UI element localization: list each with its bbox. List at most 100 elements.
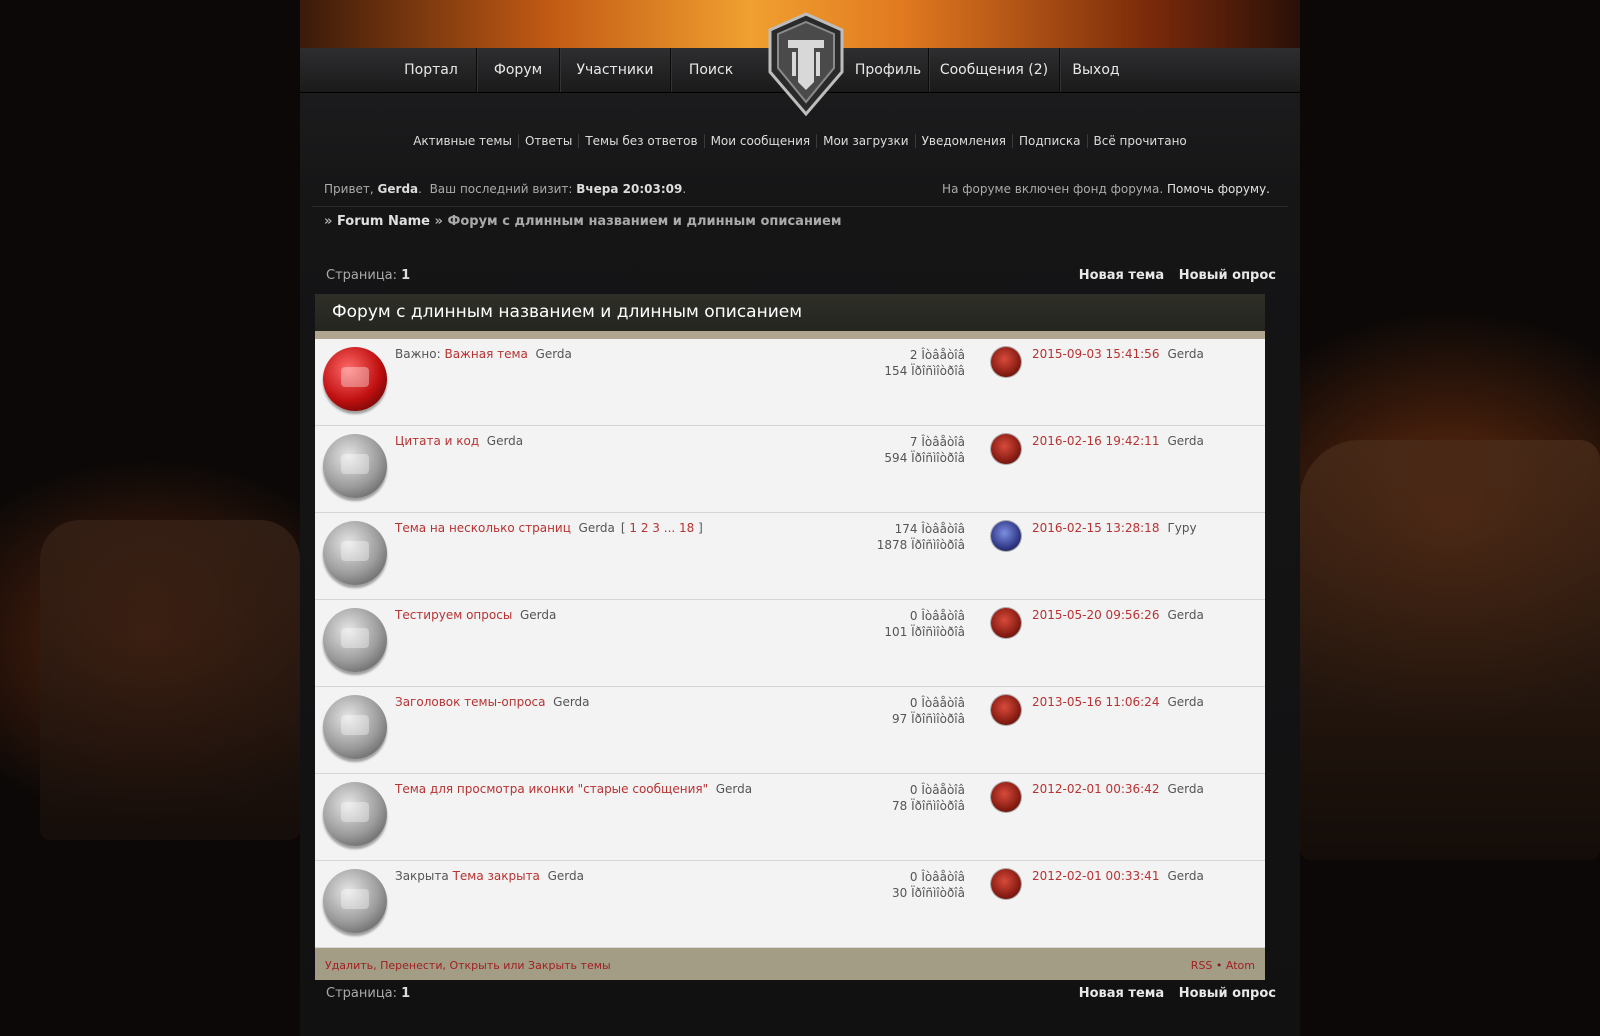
nav-members[interactable]: Участники bbox=[560, 48, 670, 92]
topic-views: 154 Ïðîñìîòðîâ bbox=[884, 364, 965, 378]
moderation-actions-link[interactable]: Удалить, Перенести, Открыть или Закрыть … bbox=[325, 959, 611, 972]
subnav-unanswered[interactable]: Темы без ответов bbox=[578, 134, 704, 148]
atom-link[interactable]: Atom bbox=[1226, 959, 1255, 972]
topic-link[interactable]: Тема на несколько страниц bbox=[395, 521, 571, 535]
wot-logo-icon[interactable] bbox=[766, 12, 846, 116]
topic-icon bbox=[323, 608, 387, 672]
topic-views: 101 Ïðîñìîòðîâ bbox=[884, 625, 965, 639]
topic-link[interactable]: Заголовок темы-опроса bbox=[395, 695, 546, 709]
subnav-notifications[interactable]: Уведомления bbox=[914, 134, 1012, 148]
topic-views: 30 Ïðîñìîòðîâ bbox=[892, 886, 965, 900]
topic-title-cell: Тема для просмотра иконки "старые сообще… bbox=[395, 782, 752, 796]
topic-link[interactable]: Цитата и код bbox=[395, 434, 479, 448]
last-post: 2012-02-01 00:33:41 Gerda bbox=[1032, 869, 1204, 883]
greeting-prefix: Привет, bbox=[324, 182, 374, 196]
topic-author[interactable]: Gerda bbox=[553, 695, 589, 709]
subnav-subscriptions[interactable]: Подписка bbox=[1011, 134, 1087, 148]
avatar[interactable] bbox=[991, 782, 1021, 812]
topic-row: Тестируем опросы Gerda 0 Îòâåòîâ 101 Ïðîñì… bbox=[315, 600, 1265, 687]
last-post-date[interactable]: 2012-02-01 00:36:42 bbox=[1032, 782, 1159, 796]
last-post: 2012-02-01 00:36:42 Gerda bbox=[1032, 782, 1204, 796]
last-post-date[interactable]: 2012-02-01 00:33:41 bbox=[1032, 869, 1159, 883]
subnav-mark-read[interactable]: Всё прочитано bbox=[1086, 134, 1193, 148]
last-post-user[interactable]: Gerda bbox=[1167, 782, 1203, 796]
avatar[interactable] bbox=[991, 347, 1021, 377]
background-tank-left bbox=[40, 520, 300, 840]
avatar[interactable] bbox=[991, 869, 1021, 899]
nav-logout[interactable]: Выход bbox=[1060, 48, 1132, 92]
topic-pages-links[interactable]: 1 2 3 ... 18 bbox=[629, 521, 694, 535]
fund-notice: На форуме включен фонд форума. Помочь фо… bbox=[942, 182, 1270, 196]
topic-stats: 0 Îòâåòîâ 97 Ïðîñìîòðîâ bbox=[865, 695, 965, 727]
topic-link[interactable]: Тестируем опросы bbox=[395, 608, 512, 622]
last-post: 2016-02-15 13:28:18 Гуру bbox=[1032, 521, 1197, 535]
greeting-user[interactable]: Gerda bbox=[378, 182, 419, 196]
topic-replies: 174 Îòâåòîâ bbox=[894, 522, 965, 536]
subnav-my-posts[interactable]: Мои сообщения bbox=[703, 134, 817, 148]
avatar[interactable] bbox=[991, 521, 1021, 551]
last-post-user[interactable]: Gerda bbox=[1167, 434, 1203, 448]
topic-stats: 7 Îòâåòîâ 594 Ïðîñìîòðîâ bbox=[865, 434, 965, 466]
avatar[interactable] bbox=[991, 434, 1021, 464]
topic-icon bbox=[323, 434, 387, 498]
last-post-user[interactable]: Gerda bbox=[1167, 347, 1203, 361]
topic-author[interactable]: Gerda bbox=[548, 869, 584, 883]
breadcrumb-separator: » bbox=[324, 214, 333, 229]
topic-author[interactable]: Gerda bbox=[487, 434, 523, 448]
last-post-date[interactable]: 2016-02-15 13:28:18 bbox=[1032, 521, 1159, 535]
topic-views: 594 Ïðîñìîòðîâ bbox=[884, 451, 965, 465]
last-post-date[interactable]: 2013-05-16 11:06:24 bbox=[1032, 695, 1159, 709]
last-post: 2013-05-16 11:06:24 Gerda bbox=[1032, 695, 1204, 709]
last-post-user[interactable]: Gerda bbox=[1167, 608, 1203, 622]
subnav-replies[interactable]: Ответы bbox=[517, 134, 579, 148]
nav-search[interactable]: Поиск bbox=[671, 48, 751, 92]
topic-link[interactable]: Тема для просмотра иконки "старые сообще… bbox=[395, 782, 708, 796]
nav-forum[interactable]: Форум bbox=[477, 48, 559, 92]
last-post-user[interactable]: Gerda bbox=[1167, 869, 1203, 883]
greeting: Привет, Gerda. Ваш последний визит: Вчер… bbox=[324, 182, 687, 196]
topic-row: Закрыта Тема закрыта Gerda 0 Îòâåòîâ 30 Ïð… bbox=[315, 861, 1265, 948]
last-post-date[interactable]: 2016-02-16 19:42:11 bbox=[1032, 434, 1159, 448]
last-post-user[interactable]: Gerda bbox=[1167, 695, 1203, 709]
topic-stats: 0 Îòâåòîâ 101 Ïðîñìîòðîâ bbox=[865, 608, 965, 640]
topic-replies: 0 Îòâåòîâ bbox=[909, 783, 965, 797]
topic-stats: 0 Îòâåòîâ 78 Ïðîñìîòðîâ bbox=[865, 782, 965, 814]
topic-actions-bottom: Новая тема Новый опрос bbox=[1069, 986, 1276, 1001]
last-post: 2016-02-16 19:42:11 Gerda bbox=[1032, 434, 1204, 448]
topic-author[interactable]: Gerda bbox=[716, 782, 752, 796]
nav-profile[interactable]: Профиль bbox=[848, 48, 928, 92]
last-post-date[interactable]: 2015-05-20 09:56:26 bbox=[1032, 608, 1159, 622]
topic-views: 78 Ïðîñìîòðîâ bbox=[892, 799, 965, 813]
new-topic-button[interactable]: Новая тема bbox=[1079, 268, 1164, 283]
breadcrumb-home[interactable]: Forum Name bbox=[337, 214, 430, 229]
last-visit-label: Ваш последний визит: bbox=[429, 182, 573, 196]
subnav-active-topics[interactable]: Активные темы bbox=[407, 134, 518, 148]
avatar[interactable] bbox=[991, 608, 1021, 638]
pagination-bottom: Страница: 1 bbox=[326, 986, 410, 1001]
subnav-my-uploads[interactable]: Мои загрузки bbox=[816, 134, 915, 148]
nav-portal[interactable]: Портал bbox=[386, 48, 476, 92]
avatar[interactable] bbox=[991, 695, 1021, 725]
new-topic-button[interactable]: Новая тема bbox=[1079, 986, 1164, 1001]
new-poll-button[interactable]: Новый опрос bbox=[1179, 268, 1276, 283]
pagination-current: 1 bbox=[401, 986, 411, 1001]
topic-link[interactable]: Важная тема bbox=[444, 347, 527, 361]
breadcrumb: » Forum Name » Форум с длинным названием… bbox=[324, 214, 841, 229]
new-poll-button[interactable]: Новый опрос bbox=[1179, 986, 1276, 1001]
topic-author[interactable]: Gerda bbox=[520, 608, 556, 622]
topic-stats: 0 Îòâåòîâ 30 Ïðîñìîòðîâ bbox=[865, 869, 965, 901]
topic-author[interactable]: Gerda bbox=[579, 521, 615, 535]
topic-pages: [ 1 2 3 ... 18 ] bbox=[620, 521, 703, 535]
last-post-user[interactable]: Гуру bbox=[1167, 521, 1196, 535]
last-visit-time: Вчера 20:03:09 bbox=[576, 182, 683, 196]
pagination-label: Страница: bbox=[326, 986, 398, 1001]
last-post-date[interactable]: 2015-09-03 15:41:56 bbox=[1032, 347, 1159, 361]
topic-author[interactable]: Gerda bbox=[536, 347, 572, 361]
nav-messages[interactable]: Сообщения (2) bbox=[929, 48, 1059, 92]
background-tank-right bbox=[1300, 440, 1600, 860]
topic-replies: 0 Îòâåòîâ bbox=[909, 696, 965, 710]
topic-link[interactable]: Тема закрыта bbox=[453, 869, 540, 883]
rss-link[interactable]: RSS bbox=[1191, 959, 1213, 972]
fund-link[interactable]: Помочь форуму. bbox=[1167, 182, 1270, 196]
sub-nav: Активные темы Ответы Темы без ответов Мои с… bbox=[300, 134, 1300, 148]
